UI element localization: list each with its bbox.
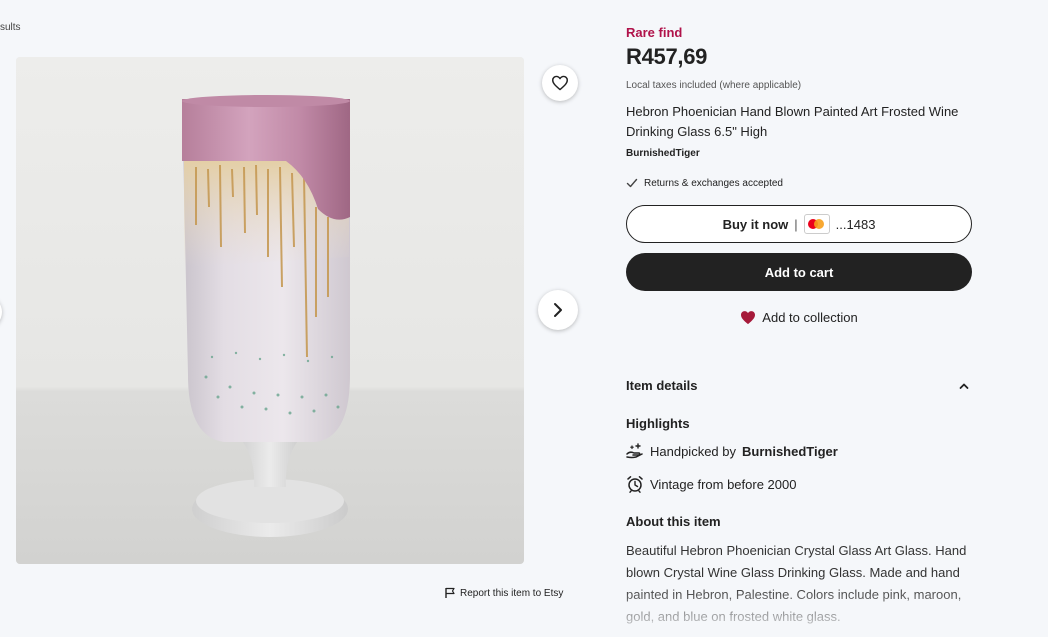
about-heading: About this item bbox=[626, 514, 721, 529]
listing-title: Hebron Phoenician Hand Blown Painted Art… bbox=[626, 104, 959, 139]
checkmark-icon bbox=[626, 178, 638, 188]
about-description: Beautiful Hebron Phoenician Crystal Glas… bbox=[626, 543, 967, 624]
vintage-label: Vintage from before 2000 bbox=[650, 476, 797, 492]
taxes-note: Local taxes included (where applicable) bbox=[626, 80, 802, 91]
returns-policy: Returns & exchanges accepted bbox=[626, 177, 783, 189]
previous-image-button[interactable] bbox=[0, 296, 2, 328]
alarm-clock-icon bbox=[627, 476, 643, 493]
add-to-collection-button[interactable]: Add to collection bbox=[626, 310, 972, 325]
breadcrumb[interactable]: sults bbox=[0, 22, 21, 33]
mastercard-icon bbox=[803, 214, 830, 234]
add-to-collection-label: Add to collection bbox=[762, 310, 858, 325]
add-to-cart-button[interactable]: Add to cart bbox=[626, 253, 972, 291]
report-link-label: Report this item to Etsy bbox=[460, 587, 564, 599]
buy-it-now-button[interactable]: Buy it now | ...1483 bbox=[626, 205, 972, 243]
chevron-up-icon bbox=[959, 383, 969, 389]
handpicked-prefix: Handpicked by bbox=[650, 443, 736, 459]
wine-glass-photo bbox=[16, 57, 524, 564]
card-last4: ...1483 bbox=[835, 216, 876, 232]
heart-outline-icon bbox=[552, 75, 568, 91]
hand-sparkle-icon bbox=[626, 443, 643, 459]
item-details-label: Item details bbox=[626, 378, 698, 393]
shop-name-link[interactable]: BurnishedTiger bbox=[626, 148, 700, 159]
buy-it-now-label: Buy it now bbox=[722, 216, 789, 232]
highlight-handpicked: Handpicked by BurnishedTiger bbox=[626, 443, 838, 459]
flag-icon bbox=[445, 587, 455, 598]
report-item-link[interactable]: Report this item to Etsy bbox=[444, 587, 563, 599]
listing-image[interactable] bbox=[16, 57, 524, 564]
next-image-button[interactable] bbox=[538, 290, 578, 330]
rare-find-badge: Rare find bbox=[626, 25, 683, 40]
heart-filled-icon bbox=[741, 311, 756, 325]
highlight-vintage: Vintage from before 2000 bbox=[626, 475, 796, 493]
chevron-right-icon bbox=[554, 303, 562, 317]
handpicked-shop-link[interactable]: BurnishedTiger bbox=[742, 444, 838, 459]
price: R457,69 bbox=[626, 44, 708, 69]
card-separator: | bbox=[794, 216, 798, 232]
highlights-heading: Highlights bbox=[626, 416, 690, 431]
item-details-toggle[interactable]: Item details bbox=[626, 378, 970, 393]
favorite-button[interactable] bbox=[542, 65, 578, 101]
returns-label: Returns & exchanges accepted bbox=[644, 177, 783, 189]
